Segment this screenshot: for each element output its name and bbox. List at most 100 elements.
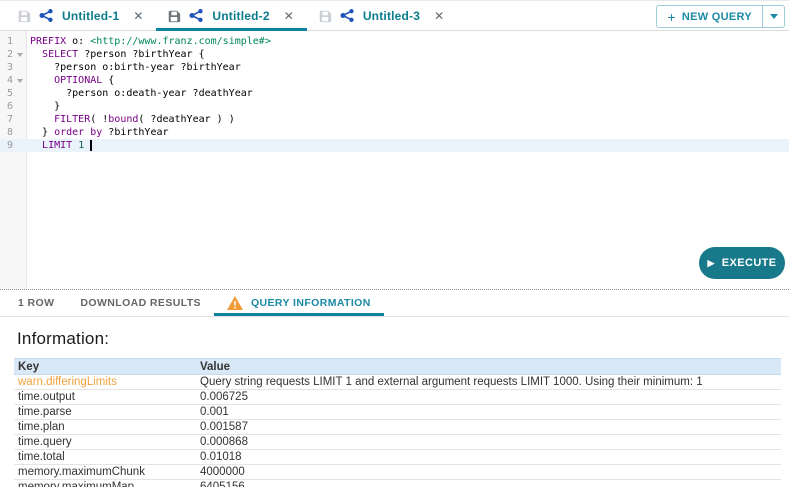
query-tab[interactable]: Untitled-1 ✕ <box>6 1 156 30</box>
code-line-content: PREFIX o: <http://www.franz.com/simple#> <box>26 35 271 48</box>
query-tab-label: Untitled-1 <box>62 9 119 23</box>
info-value: 0.006725 <box>196 390 781 405</box>
code-token: { <box>102 75 114 86</box>
chevron-down-icon <box>770 14 778 19</box>
table-row: time.query 0.000868 <box>14 435 781 450</box>
graph-icon <box>189 8 204 23</box>
query-tab-bar: Untitled-1 ✕ Untitled-2 ✕ <box>0 1 789 31</box>
code-token: PREFIX <box>30 36 66 47</box>
info-key: time.total <box>14 450 196 465</box>
query-tab[interactable]: Untitled-3 ✕ <box>307 1 457 30</box>
code-token <box>30 75 54 86</box>
save-icon[interactable] <box>167 9 181 23</box>
line-number: 7 <box>0 113 13 126</box>
line-number: 9 <box>0 139 13 152</box>
close-icon[interactable]: ✕ <box>432 9 446 23</box>
code-line-content: OPTIONAL { <box>26 74 114 87</box>
new-query-label: NEW QUERY <box>682 11 752 23</box>
code-token: FILTER <box>54 114 90 125</box>
info-key: time.parse <box>14 405 196 420</box>
code-token: LIMIT <box>42 140 72 151</box>
new-query-button[interactable]: + NEW QUERY <box>657 6 762 27</box>
results-tab-label: QUERY INFORMATION <box>251 297 371 309</box>
information-heading: Information: <box>17 329 789 349</box>
query-tab[interactable]: Untitled-2 ✕ <box>156 1 306 30</box>
line-number: 2 <box>0 48 13 61</box>
results-tab-label: 1 ROW <box>18 297 54 309</box>
code-token <box>30 49 42 60</box>
info-key: memory.maximumChunk <box>14 465 196 480</box>
table-row: time.parse 0.001 <box>14 405 781 420</box>
info-key: memory.maximumMap <box>14 480 196 487</box>
results-tab[interactable]: QUERY INFORMATION <box>214 290 384 316</box>
info-key: time.output <box>14 390 196 405</box>
line-number: 5 <box>0 87 13 100</box>
code-token: order <box>54 127 84 138</box>
query-tabs: Untitled-1 ✕ Untitled-2 ✕ <box>6 1 457 30</box>
code-line: 2 SELECT ?person ?birthYear { <box>0 48 789 61</box>
fold-arrow-icon[interactable] <box>13 53 26 57</box>
info-value: 0.000868 <box>196 435 781 450</box>
table-row: time.plan 0.001587 <box>14 420 781 435</box>
code-lines: 1 PREFIX o: <http://www.franz.com/simple… <box>0 31 789 152</box>
graph-icon <box>39 8 54 23</box>
code-token: by <box>90 127 102 138</box>
code-line-content: } order by ?birthYear <box>26 126 169 139</box>
code-token <box>30 114 54 125</box>
info-value: 0.001587 <box>196 420 781 435</box>
new-query-dropdown-button[interactable] <box>762 6 784 27</box>
info-value: 0.01018 <box>196 450 781 465</box>
code-line: 6 } <box>0 100 789 113</box>
info-value: Query string requests LIMIT 1 and extern… <box>196 375 781 390</box>
value-column-header: Value <box>196 359 781 375</box>
line-number: 3 <box>0 61 13 74</box>
warning-icon <box>227 296 243 310</box>
code-token: ?person o:birth-year ?birthYear <box>30 62 241 73</box>
code-line: 4 OPTIONAL { <box>0 74 789 87</box>
table-header-row: Key Value <box>14 359 781 375</box>
execute-button[interactable]: ▶ EXECUTE <box>699 247 785 279</box>
code-token: <http://www.franz.com/simple#> <box>90 36 271 47</box>
code-line: 5 ?person o:death-year ?deathYear <box>0 87 789 100</box>
table-row: time.output 0.006725 <box>14 390 781 405</box>
info-key: warn.differingLimits <box>14 375 196 390</box>
code-line-content: LIMIT 1 <box>26 139 92 152</box>
code-token: ?person o:death-year ?deathYear <box>30 88 253 99</box>
code-line: 9 LIMIT 1 <box>0 139 789 152</box>
key-column-header: Key <box>14 359 196 375</box>
results-tab[interactable]: DOWNLOAD RESULTS <box>67 290 214 316</box>
code-line: 8 } order by ?birthYear <box>0 126 789 139</box>
close-icon[interactable]: ✕ <box>282 9 296 23</box>
code-token: bound <box>108 114 138 125</box>
results-tab-bar: 1 ROW DOWNLOAD RESULTS QUERY INFORMATION <box>0 290 789 317</box>
code-token: o: <box>66 36 90 47</box>
table-row: time.total 0.01018 <box>14 450 781 465</box>
query-tab-label: Untitled-2 <box>212 9 269 23</box>
play-icon: ▶ <box>707 259 714 268</box>
results-tab[interactable]: 1 ROW <box>18 290 67 316</box>
code-token: ?person ?birthYear { <box>78 49 204 60</box>
table-row: memory.maximumChunk 4000000 <box>14 465 781 480</box>
code-line-content: ?person o:death-year ?deathYear <box>26 87 253 100</box>
code-line: 1 PREFIX o: <http://www.franz.com/simple… <box>0 35 789 48</box>
code-line: 3 ?person o:birth-year ?birthYear <box>0 61 789 74</box>
code-token: } <box>30 101 60 112</box>
save-icon[interactable] <box>318 9 332 23</box>
text-cursor <box>90 140 92 151</box>
code-token: ( ! <box>90 114 108 125</box>
info-value: 4000000 <box>196 465 781 480</box>
plus-icon: + <box>667 9 675 25</box>
sparql-query-editor-app: Untitled-1 ✕ Untitled-2 ✕ <box>0 0 789 487</box>
fold-arrow-icon[interactable] <box>13 79 26 83</box>
results-panel: 1 ROW DOWNLOAD RESULTS QUERY INFORMATION… <box>0 289 789 487</box>
close-icon[interactable]: ✕ <box>131 9 145 23</box>
query-information-table: Key Value warn.differingLimits Query str… <box>14 358 781 487</box>
info-value: 0.001 <box>196 405 781 420</box>
line-number: 6 <box>0 100 13 113</box>
code-line-content: FILTER( !bound( ?deathYear ) ) <box>26 113 235 126</box>
save-icon[interactable] <box>17 9 31 23</box>
info-key: time.plan <box>14 420 196 435</box>
code-line-content: SELECT ?person ?birthYear { <box>26 48 205 61</box>
info-value: 6405156 <box>196 480 781 487</box>
code-editor[interactable]: 1 PREFIX o: <http://www.franz.com/simple… <box>0 31 789 289</box>
